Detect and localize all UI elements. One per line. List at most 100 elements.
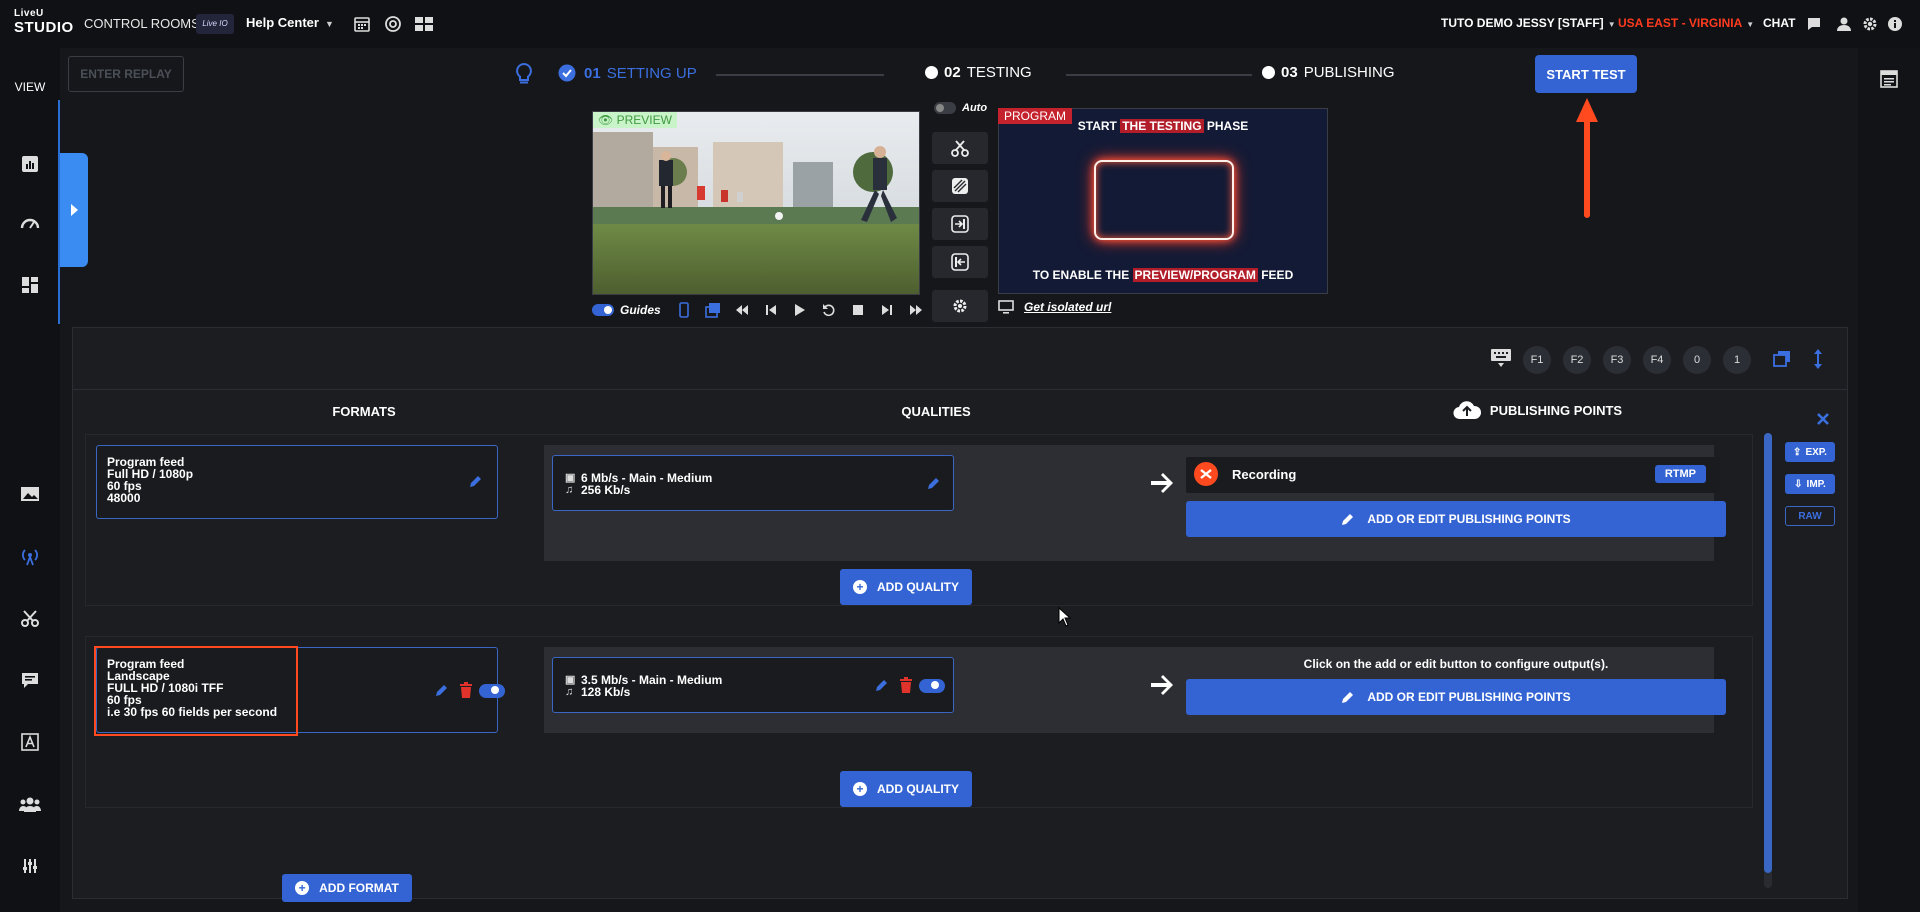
nav-help-center[interactable]: Help Center ▼ [246,15,334,30]
top-bar: LiveU STUDIO CONTROL ROOMS Live IO Help … [0,0,1920,48]
auto-switch[interactable] [934,102,956,114]
add-edit-publishing-button[interactable]: ADD OR EDIT PUBLISHING POINTS [1186,679,1726,715]
add-quality-button[interactable]: + ADD QUALITY [840,771,972,807]
user-icon[interactable] [1834,14,1854,34]
rtmp-badge: RTMP [1654,465,1706,483]
pencil-icon[interactable] [927,476,941,495]
format-description: Program feed Full HD / 1080p 60 fps 4800… [107,455,194,505]
preview-video-frame [593,112,919,294]
skip-back-icon[interactable] [733,301,751,319]
hotkey-f4[interactable]: F4 [1643,346,1671,374]
isolated-url-link[interactable]: Get isolated url [998,300,1111,314]
publishing-hint: Click on the add or edit button to confi… [1303,657,1609,671]
text-icon[interactable] [18,730,42,754]
cut-transition-button[interactable] [932,132,988,164]
pencil-icon[interactable] [875,678,889,697]
layers-icon[interactable] [1773,350,1791,373]
caption-icon[interactable] [18,668,42,692]
antenna-icon[interactable] [18,544,42,568]
output-config-panel: F1 F2 F3 F4 0 1 FORMATS QUALITIES PUBLIS… [72,327,1848,902]
trash-icon[interactable] [459,682,473,703]
trash-icon[interactable] [899,677,913,698]
quality-card-2[interactable]: ▣ 3.5 Mb/s - Main - Medium ♫ 128 Kb/s [552,657,954,713]
gauge-icon[interactable] [18,211,42,235]
hotkey-f2[interactable]: F2 [1563,346,1591,374]
program-message-bottom: TO ENABLE THE PREVIEW/PROGRAM FEED [1032,268,1294,282]
lightbulb-icon[interactable] [514,62,534,91]
add-format-button[interactable]: + ADD FORMAT [282,874,412,902]
pencil-icon [1342,692,1354,703]
guides-switch[interactable] [592,304,614,316]
dashboard-icon[interactable] [18,273,42,297]
skip-forward-icon[interactable] [907,301,925,319]
scrollbar-thumb[interactable] [1764,433,1772,873]
import-button[interactable]: ⇩ IMP. [1785,474,1835,494]
calendar-icon[interactable] [352,14,372,34]
sliders-icon[interactable] [18,854,42,878]
add-quality-button[interactable]: + ADD QUALITY [840,569,972,605]
panel-toolbar: F1 F2 F3 F4 0 1 [73,328,1847,390]
quality-card-1[interactable]: ▣ 6 Mb/s - Main - Medium ♫ 256 Kb/s [552,455,954,511]
play-icon[interactable] [791,301,809,319]
raw-button[interactable]: RAW [1785,506,1835,526]
swap-out-button[interactable] [932,246,988,278]
export-button[interactable]: ⇪ EXP. [1785,442,1835,462]
close-icon[interactable] [1816,412,1830,431]
format-enable-toggle[interactable] [479,684,505,698]
pencil-icon[interactable] [469,474,483,493]
publishing-point-recording[interactable]: Recording RTMP [1186,457,1720,493]
hotkey-0[interactable]: 0 [1683,346,1711,374]
swap-in-button[interactable] [932,208,988,240]
monitor-settings-button[interactable] [932,290,988,322]
info-icon[interactable] [1885,14,1905,34]
view-label[interactable]: VIEW [0,80,60,94]
pencil-icon[interactable] [435,683,449,702]
region-selector[interactable]: USA EAST - VIRGINIA ▼ [1618,16,1754,30]
nav-control-rooms[interactable]: CONTROL ROOMS [84,16,200,31]
user-menu[interactable]: TUTO DEMO JESSY [STAFF] ▼ [1441,16,1616,30]
step-testing[interactable]: 02 TESTING [925,64,1032,81]
music-icon: ♫ [565,686,574,698]
step-setting-up[interactable]: 01 SETTING UP [558,64,697,82]
gear-icon[interactable] [1860,14,1880,34]
fade-transition-button[interactable] [932,170,988,202]
arrow-right-icon [1151,675,1173,695]
scissors-icon[interactable] [18,606,42,630]
expand-vertical-icon[interactable] [1813,348,1823,375]
start-test-button[interactable]: START TEST [1535,55,1637,93]
notes-icon[interactable] [1880,70,1898,93]
message-icon[interactable] [1804,14,1824,34]
keyboard-icon[interactable] [1490,348,1512,373]
qualities-header: QUALITIES [901,404,971,419]
stop-icon[interactable] [849,301,867,319]
swap-in-icon [951,215,969,233]
chat-button[interactable]: CHAT [1763,16,1795,30]
enter-replay-button[interactable]: ENTER REPLAY [68,56,184,92]
preview-controls: Guides [592,300,936,320]
replay-icon[interactable] [820,301,838,319]
layout-icon[interactable] [414,14,434,34]
lifebuoy-icon[interactable] [383,14,403,34]
upload-icon: ⇪ [1793,446,1802,458]
cloud-upload-icon [1453,401,1481,420]
quality-enable-toggle[interactable] [919,679,945,693]
hotkey-1[interactable]: 1 [1723,346,1751,374]
layers-icon[interactable] [704,301,722,319]
expand-drawer-button[interactable] [60,153,88,267]
step-forward-icon[interactable] [878,301,896,319]
users-icon[interactable] [18,792,42,816]
hotkey-f3[interactable]: F3 [1603,346,1631,374]
mobile-icon[interactable] [675,301,693,319]
image-icon[interactable] [18,482,42,506]
step-back-icon[interactable] [762,301,780,319]
auto-toggle[interactable]: Auto [934,102,987,114]
panel-scrollbar[interactable] [1764,433,1772,888]
app-logo[interactable]: LiveU STUDIO [14,9,73,39]
preview-monitor[interactable] [592,111,920,295]
chart-icon[interactable] [18,152,42,176]
step-publishing[interactable]: 03 PUBLISHING [1262,64,1395,81]
hotkey-f1[interactable]: F1 [1523,346,1551,374]
format-card-1[interactable]: Program feed Full HD / 1080p 60 fps 4800… [96,445,498,519]
right-rail [1858,48,1920,912]
add-edit-publishing-button[interactable]: ADD OR EDIT PUBLISHING POINTS [1186,501,1726,537]
